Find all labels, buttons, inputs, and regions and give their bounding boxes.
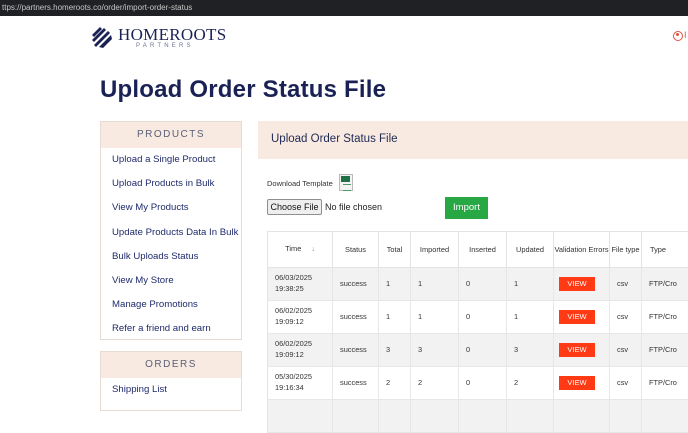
user-menu-label[interactable]: I [684,30,687,40]
table-row: 06/02/202519:09:12 success 3 3 0 3 VIEW … [268,334,688,367]
total-cell: 3 [379,334,411,367]
sidebar-products-heading: PRODUCTS [101,122,241,148]
sidebar-item-view-my-store[interactable]: View My Store [101,269,241,293]
time-cell: 06/02/202519:09:12 [268,301,333,334]
column-header-type: Type [642,232,688,268]
file-type-cell: csv [610,334,642,367]
table-row [268,400,688,433]
sidebar-item-upload-single-product[interactable]: Upload a Single Product [101,148,241,172]
panel-title: Upload Order Status File [271,133,398,145]
table-row: 05/30/202519:16:34 success 2 2 0 2 VIEW … [268,367,688,400]
sidebar-item-manage-promotions[interactable]: Manage Promotions [101,293,241,317]
view-errors-button[interactable]: VIEW [559,310,595,324]
column-header-time[interactable]: Time↓ [268,232,333,268]
sidebar-item-refer-friend[interactable]: Refer a friend and earn [101,317,241,341]
type-cell: FTP/Cro [642,367,688,400]
sidebar-item-update-products-bulk[interactable]: Update Products Data In Bulk [101,221,241,245]
file-type-cell: csv [610,367,642,400]
logo-name: HOMEROOTS [118,26,227,43]
table-row: 06/03/202519:38:25 success 1 1 0 1 VIEW … [268,268,688,301]
view-errors-button[interactable]: VIEW [559,277,595,291]
validation-errors-cell: VIEW [554,367,610,400]
imported-cell: 1 [411,268,459,301]
time-cell: 06/03/202519:38:25 [268,268,333,301]
inserted-cell: 0 [459,367,507,400]
imported-cell: 2 [411,367,459,400]
homeroots-logo-mark-icon [90,25,114,49]
inserted-cell: 0 [459,301,507,334]
type-cell: FTP/Cro [642,334,688,367]
validation-errors-cell: VIEW [554,268,610,301]
total-cell: 1 [379,301,411,334]
choose-file-button[interactable]: Choose File [267,199,322,215]
inserted-cell: 0 [459,268,507,301]
user-account-icon[interactable] [673,31,683,41]
browser-url-bar[interactable]: ttps://partners.homeroots.co/order/impor… [0,0,688,16]
download-template-label: Download Template [267,179,333,188]
status-cell: success [333,367,379,400]
time-cell: 05/30/202519:16:34 [268,367,333,400]
type-cell: FTP/Cro [642,268,688,301]
excel-template-icon[interactable] [339,174,353,191]
file-type-cell: csv [610,301,642,334]
type-cell: FTP/Cro [642,301,688,334]
sidebar-item-upload-products-bulk[interactable]: Upload Products in Bulk [101,172,241,196]
table-row: 06/02/202519:09:12 success 1 1 0 1 VIEW … [268,301,688,334]
column-header-validation-errors: Validation Errors [554,232,610,268]
import-button[interactable]: Import [445,197,488,219]
view-errors-button[interactable]: VIEW [559,376,595,390]
updated-cell: 3 [507,334,554,367]
import-history-table: Time↓ Status Total Imported Inserted Upd… [267,231,688,433]
updated-cell: 2 [507,367,554,400]
total-cell: 2 [379,367,411,400]
sidebar-item-bulk-uploads-status[interactable]: Bulk Uploads Status [101,245,241,269]
column-header-file-type: File type [610,232,642,268]
imported-cell: 3 [411,334,459,367]
status-cell: success [333,268,379,301]
imported-cell: 1 [411,301,459,334]
column-header-imported: Imported [411,232,459,268]
column-header-total: Total [379,232,411,268]
view-errors-button[interactable]: VIEW [559,343,595,357]
status-cell: success [333,301,379,334]
inserted-cell: 0 [459,334,507,367]
validation-errors-cell: VIEW [554,334,610,367]
panel-header: Upload Order Status File [258,121,688,159]
sidebar-item-shipping-list[interactable]: Shipping List [101,378,241,402]
updated-cell: 1 [507,268,554,301]
status-cell: success [333,334,379,367]
updated-cell: 1 [507,301,554,334]
page-title: Upload Order Status File [100,76,386,104]
column-header-status: Status [333,232,379,268]
total-cell: 1 [379,268,411,301]
file-status-text: No file chosen [325,202,382,212]
homeroots-logo[interactable]: HOMEROOTS PARTNERS [90,24,227,50]
column-header-inserted: Inserted [459,232,507,268]
file-type-cell: csv [610,268,642,301]
sidebar-orders-section: ORDERS Shipping List [100,351,242,411]
time-cell: 06/02/202519:09:12 [268,334,333,367]
sidebar-item-view-my-products[interactable]: View My Products [101,196,241,220]
sort-icon[interactable]: ↓ [311,246,315,253]
sidebar-orders-heading: ORDERS [101,352,241,378]
validation-errors-cell: VIEW [554,301,610,334]
column-header-updated: Updated [507,232,554,268]
sidebar-products-section: PRODUCTS Upload a Single Product Upload … [100,121,242,340]
